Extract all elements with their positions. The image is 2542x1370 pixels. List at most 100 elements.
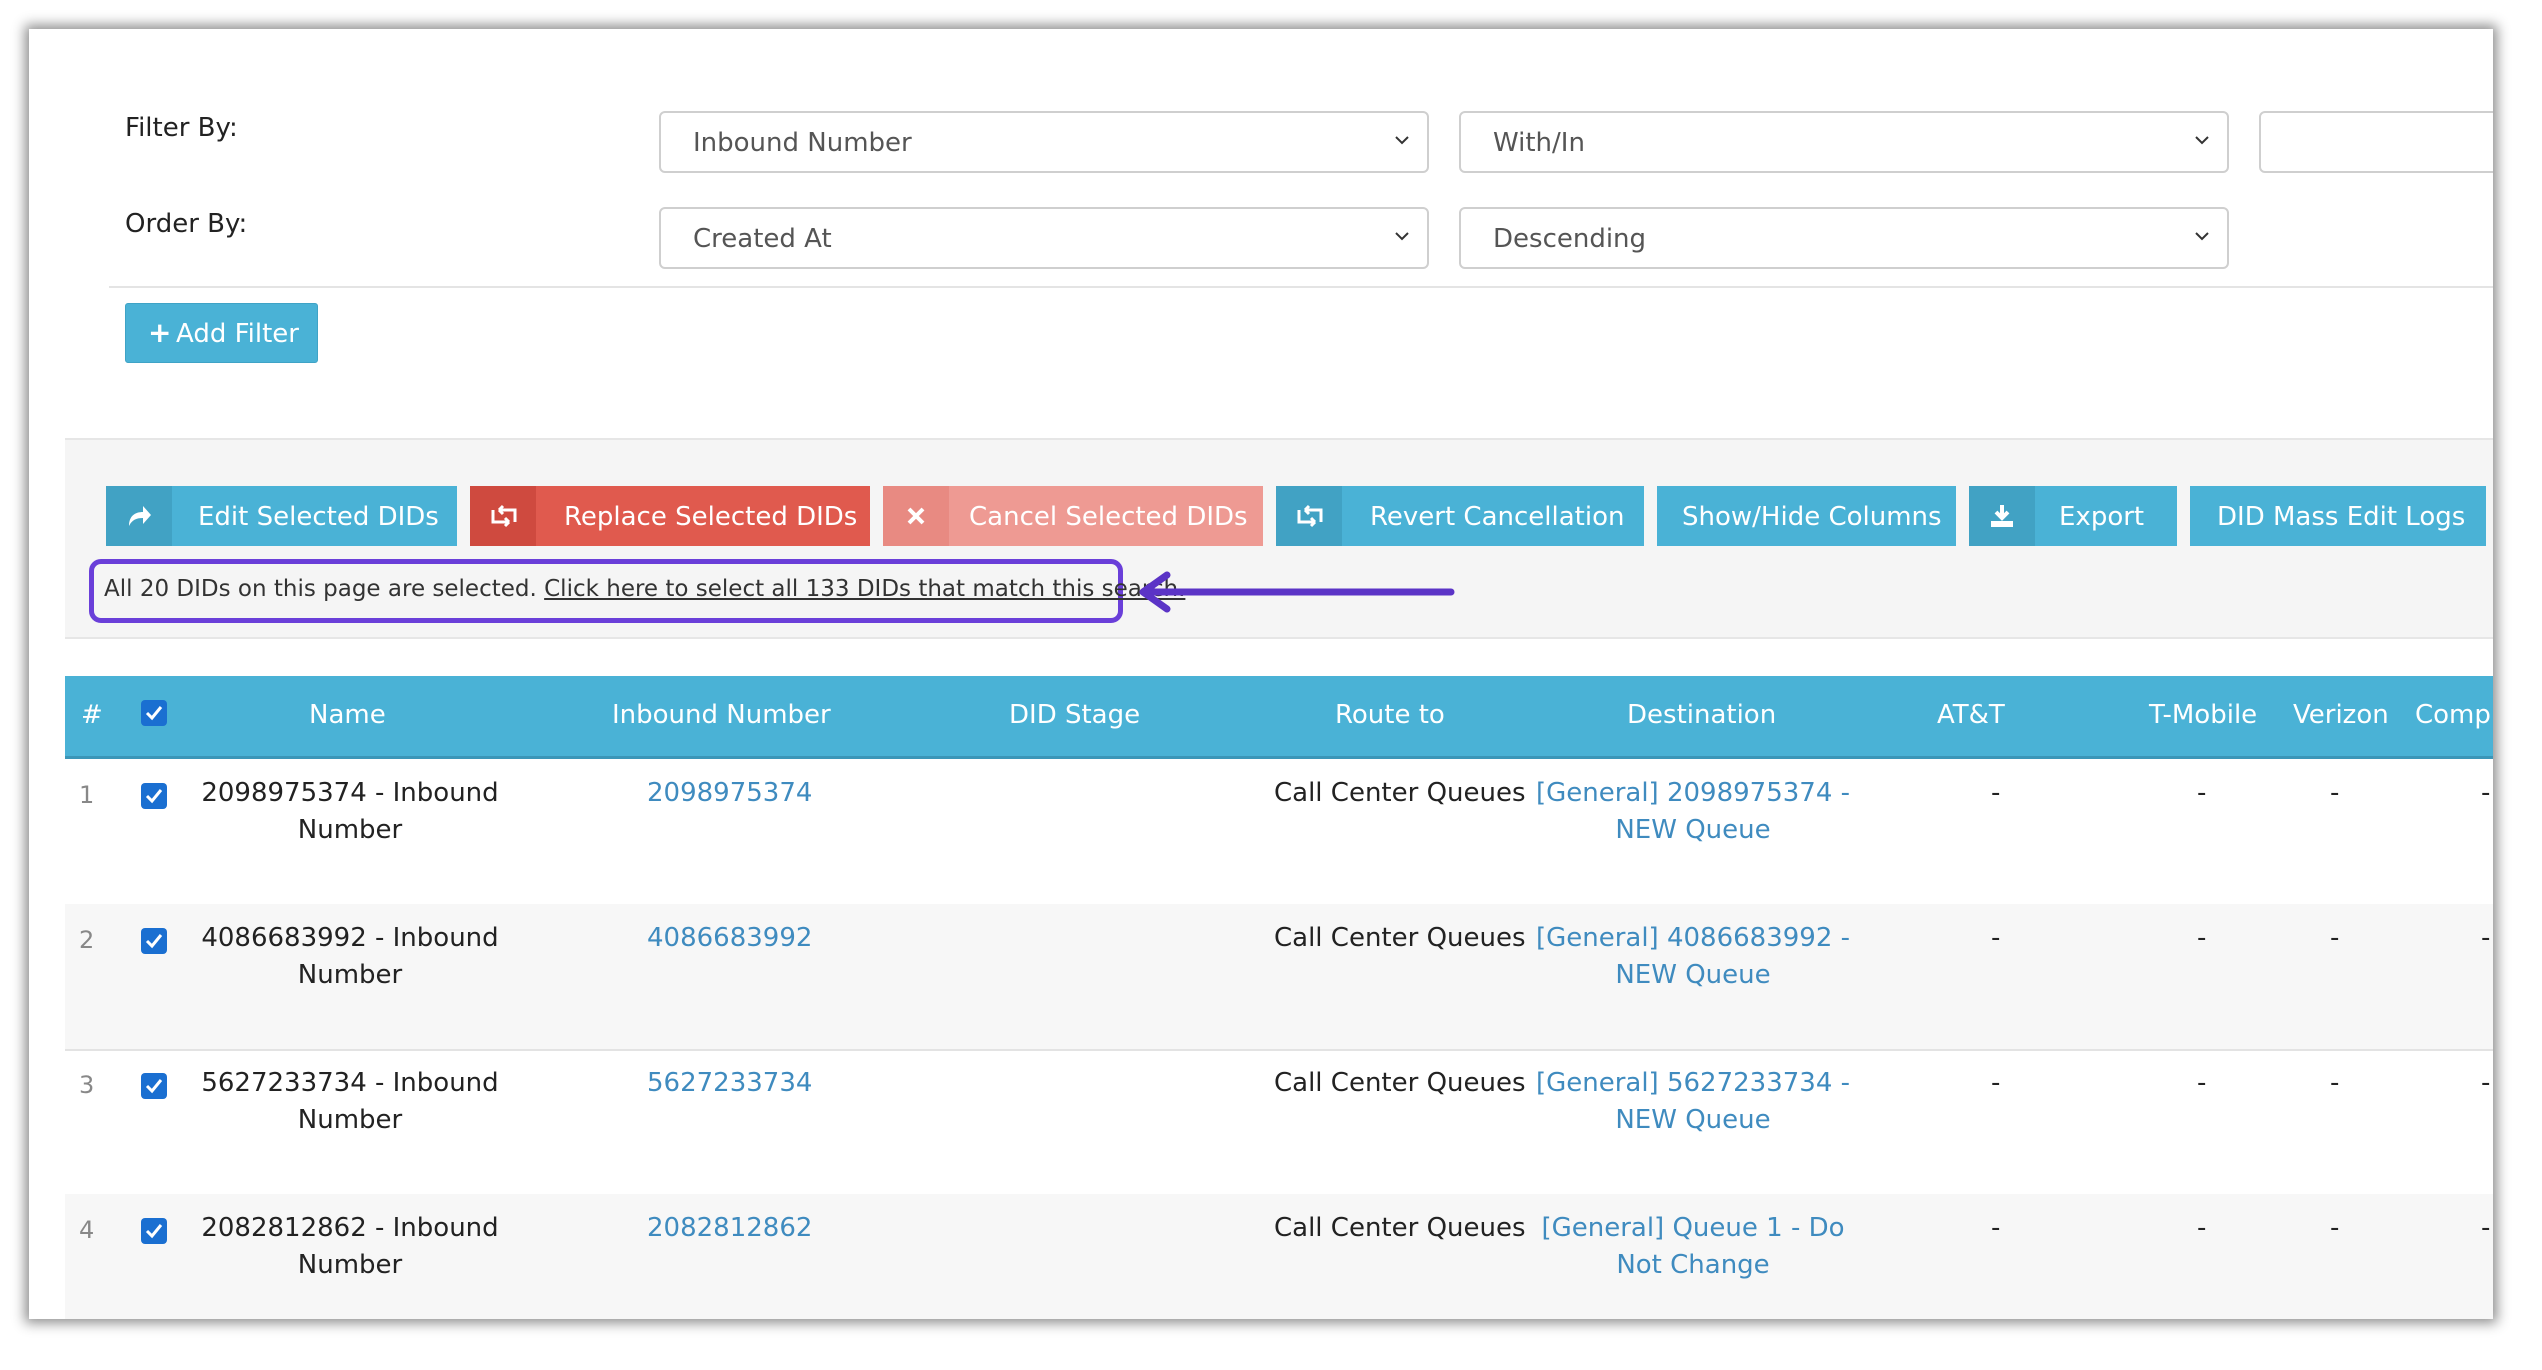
show-hide-columns-label: Show/Hide Columns [1682,502,1942,532]
chevron-down-icon [2195,136,2209,145]
row-destination-line2: NEW Queue [1615,815,1771,845]
row-verizon: - [2330,778,2340,808]
row-number: 4 [79,1216,95,1244]
row-checkbox[interactable] [141,1073,167,1099]
row-destination-line2: Not Change [1616,1250,1770,1280]
row-route-to: Call Center Queues [1274,1068,1526,1098]
col-att[interactable]: AT&T [1937,700,2005,730]
table-row[interactable]: 2 4086683992 - Inbound Number 4086683992… [65,904,2493,1051]
row-destination-link[interactable]: [General] Queue 1 - Do Not Change [1533,1210,1853,1284]
row-destination-line1: [General] 5627233734 - [1535,1068,1851,1098]
table-row[interactable]: 4 2082812862 - Inbound Number 2082812862… [65,1194,2493,1319]
col-name[interactable]: Name [309,700,386,730]
app-window: Filter By: Order By: Inbound Number With… [29,29,2493,1319]
row-route-to: Call Center Queues [1274,778,1526,808]
close-icon [883,486,949,546]
row-name: 2082812862 - Inbound Number [185,1210,515,1284]
cancel-selected-label: Cancel Selected DIDs [969,502,1248,532]
divider [109,286,2493,288]
share-icon [106,486,172,546]
export-label: Export [2059,502,2145,532]
chevron-down-icon [1395,136,1409,145]
row-name: 2098975374 - Inbound Number [185,775,515,849]
order-direction-value: Descending [1493,224,1647,254]
col-route-to[interactable]: Route to [1335,700,1445,730]
row-att: - [1991,1213,2001,1243]
edit-selected-button[interactable]: Edit Selected DIDs [106,486,457,546]
table-row[interactable]: 3 5627233734 - Inbound Number 5627233734… [65,1049,2493,1196]
row-destination-line1: [General] 2098975374 - [1535,778,1851,808]
check-icon [145,789,163,804]
show-hide-columns-button[interactable]: Show/Hide Columns [1657,486,1956,546]
row-complaint: - [2481,1068,2491,1098]
row-inbound-link[interactable]: 4086683992 [647,920,812,957]
row-name-line1: 2098975374 - Inbound [201,778,499,808]
row-destination-line2: NEW Queue [1615,960,1771,990]
col-did-stage[interactable]: DID Stage [1009,700,1140,730]
row-name-line2: Number [297,815,403,845]
did-mass-edit-logs-button[interactable]: DID Mass Edit Logs [2190,486,2486,546]
select-all-checkbox[interactable] [141,700,167,726]
table-header: # Name Inbound Number DID Stage Route to… [65,676,2493,759]
did-mass-edit-logs-label: DID Mass Edit Logs [2217,502,2466,532]
row-inbound-link[interactable]: 2098975374 [647,775,812,812]
col-complaint[interactable]: Complai [2415,700,2493,730]
row-destination-link[interactable]: [General] 2098975374 - NEW Queue [1533,775,1853,849]
row-destination-line1: [General] Queue 1 - Do [1541,1213,1845,1243]
add-filter-button[interactable]: + Add Filter [125,303,318,363]
row-checkbox[interactable] [141,1218,167,1244]
row-checkbox[interactable] [141,783,167,809]
row-complaint: - [2481,778,2491,808]
row-tmobile: - [2197,923,2207,953]
row-number: 3 [79,1071,95,1099]
row-complaint: - [2481,1213,2491,1243]
edit-selected-label: Edit Selected DIDs [198,502,439,532]
plus-icon: + [148,316,172,349]
select-all-link[interactable]: Click here to select all 133 DIDs that m… [544,576,1185,602]
filter-operator-value: With/In [1493,128,1585,158]
order-field-select[interactable]: Created At [659,207,1429,269]
replace-selected-button[interactable]: Replace Selected DIDs [470,486,870,546]
col-tmobile[interactable]: T-Mobile [2149,700,2257,730]
row-complaint: - [2481,923,2491,953]
row-route-to: Call Center Queues [1274,1213,1526,1243]
row-name: 4086683992 - Inbound Number [185,920,515,994]
cancel-selected-button[interactable]: Cancel Selected DIDs [883,486,1263,546]
row-number: 2 [79,926,95,954]
row-checkbox[interactable] [141,928,167,954]
check-icon [145,1079,163,1094]
row-destination-link[interactable]: [General] 5627233734 - NEW Queue [1533,1065,1853,1139]
row-destination-line2: NEW Queue [1615,1105,1771,1135]
chevron-down-icon [1395,232,1409,241]
row-destination-link[interactable]: [General] 4086683992 - NEW Queue [1533,920,1853,994]
order-field-value: Created At [693,224,832,254]
col-inbound-number[interactable]: Inbound Number [612,700,831,730]
filter-operator-select[interactable]: With/In [1459,111,2229,173]
row-inbound-link[interactable]: 2082812862 [647,1210,812,1247]
row-att: - [1991,923,2001,953]
col-destination[interactable]: Destination [1627,700,1776,730]
download-icon [1969,486,2035,546]
row-att: - [1991,1068,2001,1098]
table-row[interactable]: 1 2098975374 - Inbound Number 2098975374… [65,759,2493,906]
col-verizon[interactable]: Verizon [2293,700,2389,730]
retweet-icon [1276,486,1342,546]
filter-value-input[interactable] [2259,111,2493,173]
row-inbound-link[interactable]: 5627233734 [647,1065,812,1102]
export-button[interactable]: Export [1969,486,2177,546]
row-tmobile: - [2197,1213,2207,1243]
row-tmobile: - [2197,778,2207,808]
check-icon [145,706,163,721]
selection-text: All 20 DIDs on this page are selected. C… [104,576,1185,602]
order-direction-select[interactable]: Descending [1459,207,2229,269]
order-by-label: Order By: [125,209,248,239]
check-icon [145,1224,163,1239]
selection-message: All 20 DIDs on this page are selected. [104,576,537,602]
revert-cancellation-button[interactable]: Revert Cancellation [1276,486,1644,546]
row-name-line1: 4086683992 - Inbound [201,923,499,953]
filter-field-select[interactable]: Inbound Number [659,111,1429,173]
row-verizon: - [2330,923,2340,953]
row-name: 5627233734 - Inbound Number [185,1065,515,1139]
row-verizon: - [2330,1213,2340,1243]
row-name-line2: Number [297,1105,403,1135]
